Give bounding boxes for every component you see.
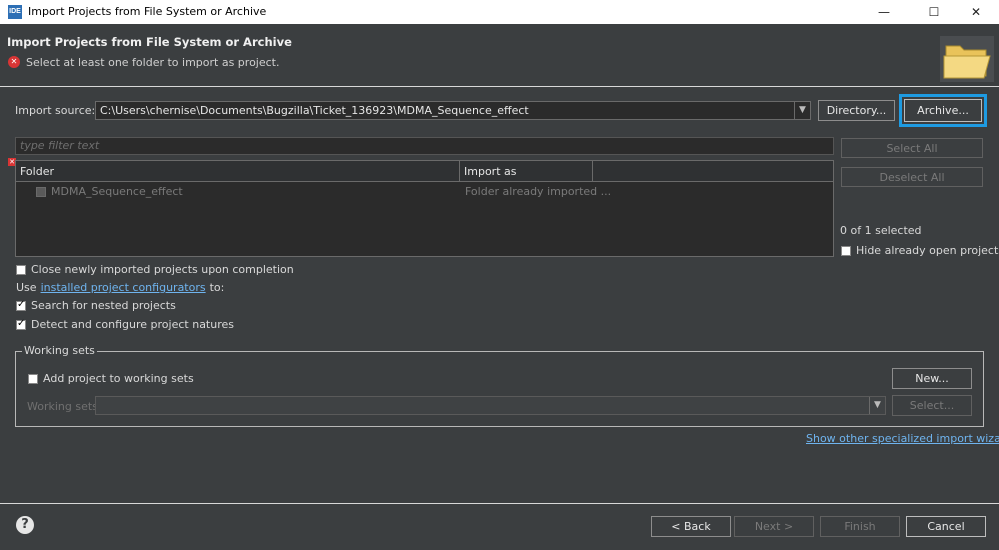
error-message: Select at least one folder to import as … <box>26 56 280 69</box>
table-header: Folder Import as <box>16 161 833 182</box>
title-bar: IDE Import Projects from File System or … <box>0 0 999 24</box>
projects-table[interactable]: Folder Import as MDMA_Sequence_effect Fo… <box>15 160 834 257</box>
archive-button[interactable]: Archive... <box>899 94 987 127</box>
to-label: to: <box>209 281 225 294</box>
maximize-icon[interactable]: ☐ <box>911 0 957 24</box>
import-source-label: Import source: <box>15 104 96 117</box>
working-sets-combo[interactable]: ▼ <box>95 396 886 415</box>
folder-icon <box>940 36 994 82</box>
import-source-value: C:\Users\chernise\Documents\Bugzilla\Tic… <box>100 104 529 117</box>
error-icon: ✕ <box>8 56 20 68</box>
filter-input[interactable]: type filter text <box>15 137 834 155</box>
minimize-icon[interactable]: — <box>861 0 907 24</box>
page-title: Import Projects from File System or Arch… <box>7 35 292 49</box>
selected-count: 0 of 1 selected <box>840 224 922 237</box>
use-label: Use <box>16 281 37 294</box>
wizard-header: Import Projects from File System or Arch… <box>0 24 999 86</box>
search-nested-option[interactable]: Search for nested projects <box>16 299 176 312</box>
hide-open-checkbox[interactable] <box>841 245 851 256</box>
close-icon[interactable]: ✕ <box>953 0 999 24</box>
chevron-down-icon[interactable]: ▼ <box>794 102 810 119</box>
import-source-combo[interactable]: C:\Users\chernise\Documents\Bugzilla\Tic… <box>95 101 811 120</box>
hide-open-label: Hide already open projects <box>856 244 999 257</box>
help-icon[interactable]: ? <box>16 516 34 534</box>
column-header-import-as[interactable]: Import as <box>460 161 593 182</box>
row-import-as: Folder already imported ... <box>465 185 612 198</box>
configurators-link[interactable]: installed project configurators <box>41 281 206 294</box>
working-sets-group: Working sets Add project to working sets… <box>15 344 984 427</box>
working-sets-label: Working sets: <box>27 400 102 413</box>
add-to-working-sets-option[interactable]: Add project to working sets <box>28 372 194 385</box>
new-working-set-button[interactable]: New... <box>892 368 972 389</box>
add-working-sets-checkbox[interactable] <box>28 373 38 384</box>
search-nested-checkbox[interactable] <box>16 299 26 311</box>
detect-natures-option[interactable]: Detect and configure project natures <box>16 318 234 331</box>
directory-button[interactable]: Directory... <box>818 100 895 121</box>
footer-separator <box>0 503 999 504</box>
app-icon: IDE <box>8 5 22 19</box>
configurators-row: Use installed project configurators to: <box>16 281 224 294</box>
hide-open-projects-option[interactable]: Hide already open projects <box>841 244 999 257</box>
window-title: Import Projects from File System or Arch… <box>28 5 267 18</box>
detect-natures-label: Detect and configure project natures <box>31 318 234 331</box>
deselect-all-button[interactable]: Deselect All <box>841 167 983 187</box>
chevron-down-icon[interactable]: ▼ <box>869 397 885 414</box>
row-checkbox[interactable] <box>36 187 46 197</box>
close-imported-checkbox[interactable] <box>16 264 26 275</box>
cancel-button[interactable]: Cancel <box>906 516 986 537</box>
row-folder: MDMA_Sequence_effect <box>51 185 183 198</box>
column-header-folder[interactable]: Folder <box>16 161 460 182</box>
search-nested-label: Search for nested projects <box>31 299 176 312</box>
select-working-set-button[interactable]: Select... <box>892 395 972 416</box>
close-imported-option[interactable]: Close newly imported projects upon compl… <box>16 263 294 276</box>
select-all-button[interactable]: Select All <box>841 138 983 158</box>
add-working-sets-label: Add project to working sets <box>43 372 194 385</box>
close-imported-label: Close newly imported projects upon compl… <box>31 263 294 276</box>
header-separator <box>0 86 999 87</box>
back-button[interactable]: < Back <box>651 516 731 537</box>
working-sets-legend: Working sets <box>22 344 97 357</box>
finish-button[interactable]: Finish <box>820 516 900 537</box>
next-button[interactable]: Next > <box>734 516 814 537</box>
detect-natures-checkbox[interactable] <box>16 318 26 330</box>
other-wizards-link[interactable]: Show other specialized import wizards <box>806 432 999 445</box>
table-row[interactable]: MDMA_Sequence_effect Folder already impo… <box>16 183 833 201</box>
